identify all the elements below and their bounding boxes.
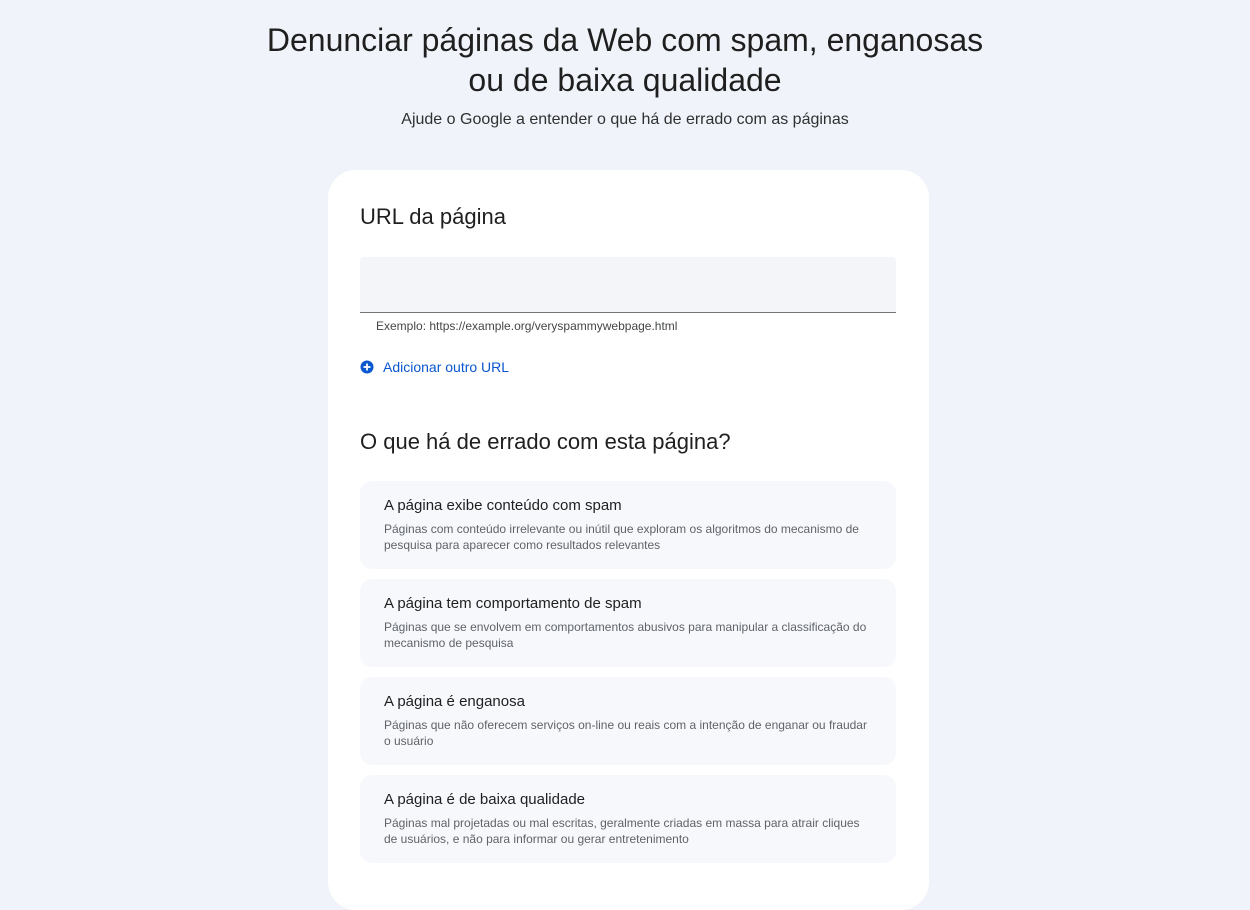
option-title: A página exibe conteúdo com spam <box>384 497 622 514</box>
reason-option-low-quality[interactable]: A página é de baixa qualidade Páginas ma… <box>360 775 896 863</box>
page-url-input[interactable] <box>360 257 896 313</box>
add-url-button[interactable]: Adicionar outro URL <box>360 359 509 375</box>
option-description: Páginas mal projetadas ou mal escritas, … <box>384 816 860 846</box>
reason-option-spam-content[interactable]: A página exibe conteúdo com spam Páginas… <box>360 481 896 569</box>
add-circle-icon <box>360 360 374 374</box>
reason-option-spam-behavior[interactable]: A página tem comportamento de spam Págin… <box>360 579 896 667</box>
url-section-heading: URL da página <box>360 204 506 229</box>
report-form-card: URL da página Exemplo: https://example.o… <box>328 170 929 910</box>
reason-option-deceptive[interactable]: A página é enganosa Páginas que não ofer… <box>360 677 896 765</box>
option-title: A página é enganosa <box>384 693 525 710</box>
page-title: Denunciar páginas da Web com spam, engan… <box>266 22 984 98</box>
reason-options: A página exibe conteúdo com spam Páginas… <box>360 481 897 863</box>
option-description: Páginas que se envolvem em comportamento… <box>384 620 867 650</box>
add-url-label: Adicionar outro URL <box>383 359 510 375</box>
url-hint: Exemplo: https://example.org/veryspammyw… <box>376 319 678 333</box>
option-description: Páginas que não oferecem serviços on-lin… <box>384 718 867 748</box>
page-header: Denunciar páginas da Web com spam, engan… <box>0 0 1250 131</box>
option-title: A página é de baixa qualidade <box>384 791 586 808</box>
option-title: A página tem comportamento de spam <box>384 595 642 612</box>
option-description: Páginas com conteúdo irrelevante ou inút… <box>384 522 859 552</box>
reason-section-heading: O que há de errado com esta página? <box>360 429 731 454</box>
page-subtitle: Ajude o Google a entender o que há de er… <box>401 111 849 128</box>
